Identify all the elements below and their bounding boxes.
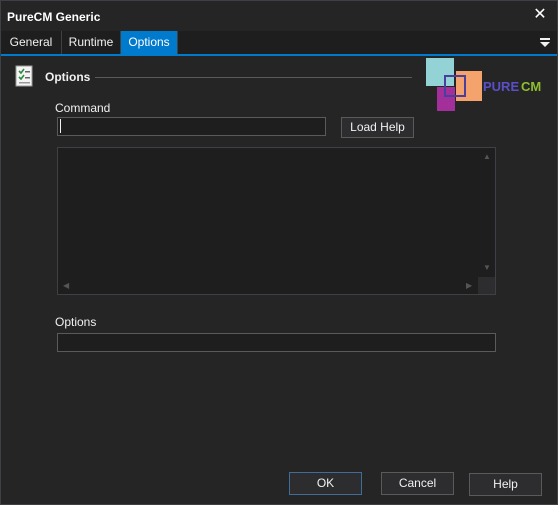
horizontal-scrollbar[interactable]: ◀ ▶	[58, 277, 479, 294]
checklist-icon	[13, 64, 35, 91]
text-caret	[60, 119, 61, 133]
scroll-down-icon[interactable]: ▼	[483, 264, 491, 272]
section-title: Options	[45, 70, 91, 84]
window-title: PureCM Generic	[7, 10, 101, 24]
cancel-button[interactable]: Cancel	[381, 472, 454, 495]
options-label: Options	[55, 315, 97, 329]
scroll-right-icon[interactable]: ▶	[466, 282, 472, 290]
ok-button[interactable]: OK	[289, 472, 362, 495]
help-text-area[interactable]: ▲ ▼ ◀ ▶	[57, 147, 496, 295]
dialog-window: PureCM Generic ✕ General Runtime Options…	[0, 0, 558, 505]
scroll-corner	[478, 277, 495, 294]
tab-runtime[interactable]: Runtime	[62, 31, 121, 54]
close-icon[interactable]: ✕	[531, 6, 549, 24]
scroll-left-icon[interactable]: ◀	[63, 282, 69, 290]
purecm-logo: PURE CM	[425, 57, 545, 116]
scroll-up-icon[interactable]: ▲	[483, 153, 491, 161]
tab-strip: General Runtime Options	[1, 31, 557, 56]
svg-text:PURE: PURE	[483, 79, 519, 94]
tab-options[interactable]: Options	[121, 31, 178, 54]
help-button[interactable]: Help	[469, 473, 542, 496]
vertical-scrollbar[interactable]: ▲ ▼	[478, 148, 495, 277]
svg-text:CM: CM	[521, 79, 541, 94]
options-input[interactable]	[57, 333, 496, 352]
load-help-button[interactable]: Load Help	[341, 117, 414, 138]
command-label: Command	[55, 101, 111, 115]
title-bar: PureCM Generic ✕	[1, 1, 557, 31]
tab-menu-icon[interactable]	[539, 35, 551, 49]
tab-general[interactable]: General	[1, 31, 62, 54]
command-input[interactable]	[57, 117, 326, 136]
section-divider	[95, 77, 412, 78]
